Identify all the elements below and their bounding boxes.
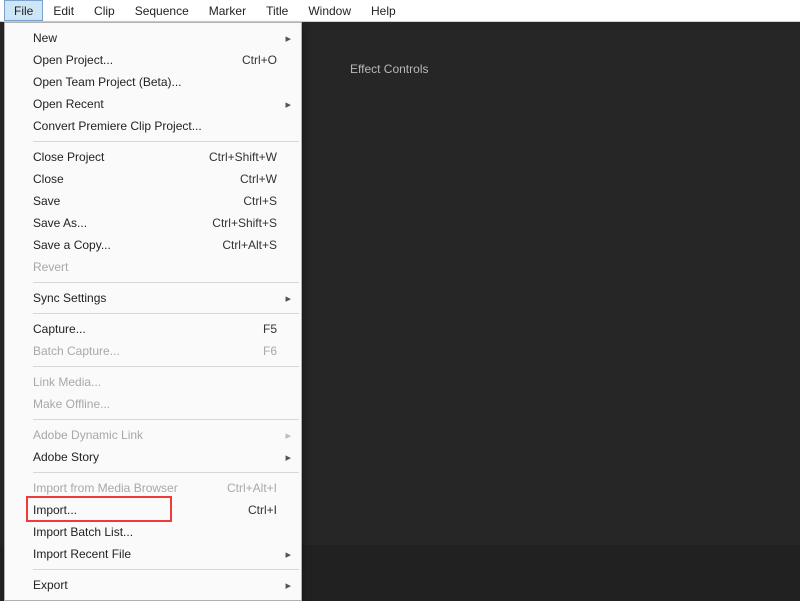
menu-item-import-batch-list[interactable]: Import Batch List...	[5, 521, 301, 543]
menu-item-label: Import Batch List...	[33, 525, 277, 539]
menu-item-label: Import...	[33, 503, 248, 517]
menu-item-shortcut: Ctrl+Alt+I	[227, 481, 277, 495]
menu-separator	[33, 569, 299, 570]
chevron-right-icon: ▸	[283, 32, 291, 45]
menu-item-label: Batch Capture...	[33, 344, 263, 358]
menu-item-label: Close	[33, 172, 240, 186]
menu-item-convert-premiere-clip-project[interactable]: Convert Premiere Clip Project...	[5, 115, 301, 137]
menubar-item-sequence[interactable]: Sequence	[125, 0, 199, 21]
menu-item-import-from-media-browser: Import from Media BrowserCtrl+Alt+I	[5, 477, 301, 499]
effect-controls-tab[interactable]: Effect Controls	[350, 62, 428, 76]
menubar-item-title[interactable]: Title	[256, 0, 298, 21]
menu-separator	[33, 282, 299, 283]
menu-item-adobe-dynamic-link: Adobe Dynamic Link ▸	[5, 424, 301, 446]
menubar-item-edit[interactable]: Edit	[43, 0, 84, 21]
menu-item-shortcut: Ctrl+Shift+S	[212, 216, 277, 230]
menubar: FileEditClipSequenceMarkerTitleWindowHel…	[0, 0, 800, 22]
chevron-right-icon: ▸	[283, 579, 291, 592]
menu-item-open-team-project-beta[interactable]: Open Team Project (Beta)...	[5, 71, 301, 93]
menu-item-label: Link Media...	[33, 375, 277, 389]
menu-item-shortcut: Ctrl+O	[242, 53, 277, 67]
menu-item-label: Open Team Project (Beta)...	[33, 75, 277, 89]
menu-item-sync-settings[interactable]: Sync Settings ▸	[5, 287, 301, 309]
menubar-item-clip[interactable]: Clip	[84, 0, 125, 21]
menu-item-label: Save As...	[33, 216, 212, 230]
file-menu-dropdown: New ▸ Open Project...Ctrl+O Open Team Proje…	[4, 22, 302, 601]
chevron-right-icon: ▸	[283, 429, 291, 442]
menu-item-shortcut: Ctrl+I	[248, 503, 277, 517]
menu-item-label: Capture...	[33, 322, 263, 336]
menu-separator	[33, 366, 299, 367]
menubar-item-help[interactable]: Help	[361, 0, 406, 21]
menu-item-label: Make Offline...	[33, 397, 277, 411]
menu-separator	[33, 472, 299, 473]
menu-item-capture[interactable]: Capture...F5	[5, 318, 301, 340]
chevron-right-icon: ▸	[283, 451, 291, 464]
menu-item-shortcut: Ctrl+S	[243, 194, 277, 208]
menu-item-save[interactable]: SaveCtrl+S	[5, 190, 301, 212]
menu-item-label: Open Recent	[33, 97, 277, 111]
menu-item-close-project[interactable]: Close ProjectCtrl+Shift+W	[5, 146, 301, 168]
menu-item-label: Open Project...	[33, 53, 242, 67]
menu-item-label: Close Project	[33, 150, 209, 164]
menu-separator	[33, 141, 299, 142]
menu-item-label: Sync Settings	[33, 291, 277, 305]
menu-item-label: Export	[33, 578, 277, 592]
menu-separator	[33, 419, 299, 420]
menu-item-new[interactable]: New ▸	[5, 27, 301, 49]
menu-item-label: Convert Premiere Clip Project...	[33, 119, 277, 133]
menubar-item-window[interactable]: Window	[298, 0, 361, 21]
chevron-right-icon: ▸	[283, 548, 291, 561]
menu-item-revert: Revert	[5, 256, 301, 278]
menu-item-import-recent-file[interactable]: Import Recent File ▸	[5, 543, 301, 565]
menu-item-save-as[interactable]: Save As...Ctrl+Shift+S	[5, 212, 301, 234]
menubar-item-file[interactable]: File	[4, 0, 43, 21]
menu-item-close[interactable]: CloseCtrl+W	[5, 168, 301, 190]
menu-item-open-project[interactable]: Open Project...Ctrl+O	[5, 49, 301, 71]
menu-item-label: Save	[33, 194, 243, 208]
menu-item-label: Revert	[33, 260, 277, 274]
menu-item-shortcut: Ctrl+W	[240, 172, 277, 186]
menu-item-save-a-copy[interactable]: Save a Copy...Ctrl+Alt+S	[5, 234, 301, 256]
menu-item-batch-capture: Batch Capture...F6	[5, 340, 301, 362]
menu-item-label: Adobe Dynamic Link	[33, 428, 277, 442]
menubar-item-marker[interactable]: Marker	[199, 0, 256, 21]
chevron-right-icon: ▸	[283, 292, 291, 305]
menu-item-shortcut: Ctrl+Shift+W	[209, 150, 277, 164]
menu-item-open-recent[interactable]: Open Recent ▸	[5, 93, 301, 115]
menu-item-label: New	[33, 31, 277, 45]
menu-item-shortcut: Ctrl+Alt+S	[222, 238, 277, 252]
menu-item-label: Adobe Story	[33, 450, 277, 464]
menu-item-label: Import from Media Browser	[33, 481, 227, 495]
menu-item-export[interactable]: Export ▸	[5, 574, 301, 596]
chevron-right-icon: ▸	[283, 98, 291, 111]
menu-separator	[33, 313, 299, 314]
menu-item-make-offline: Make Offline...	[5, 393, 301, 415]
menu-item-label: Save a Copy...	[33, 238, 222, 252]
menu-item-adobe-story[interactable]: Adobe Story ▸	[5, 446, 301, 468]
menu-item-shortcut: F6	[263, 344, 277, 358]
menu-item-shortcut: F5	[263, 322, 277, 336]
menu-item-label: Import Recent File	[33, 547, 277, 561]
menu-item-link-media: Link Media...	[5, 371, 301, 393]
menu-item-import[interactable]: Import...Ctrl+I	[5, 499, 301, 521]
